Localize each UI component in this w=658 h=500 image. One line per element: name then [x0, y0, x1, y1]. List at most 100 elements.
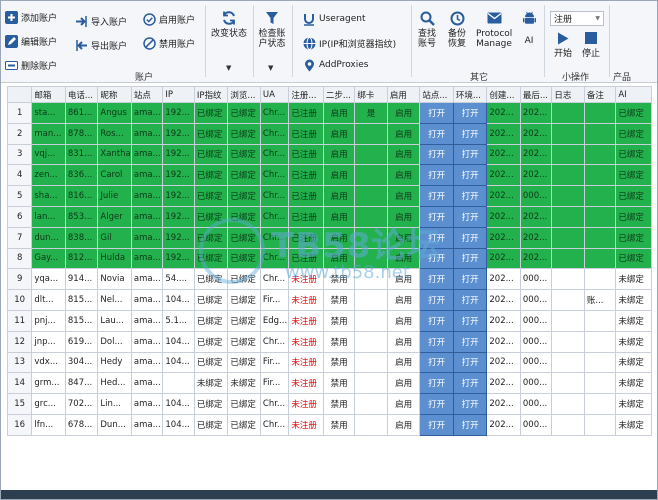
table-cell[interactable]: 已绑定 [227, 351, 261, 374]
table-cell[interactable]: Chr... [259, 268, 290, 291]
table-cell[interactable]: ama... [130, 351, 164, 374]
column-header[interactable]: 备注 [583, 86, 617, 103]
table-cell[interactable]: 启用 [386, 164, 421, 187]
table-cell[interactable] [583, 102, 617, 124]
table-cell[interactable]: 304... [64, 351, 99, 374]
column-header[interactable]: 最后... [519, 86, 553, 103]
column-header[interactable]: 创建... [486, 86, 521, 103]
table-cell[interactable]: Chr... [259, 122, 290, 145]
table-cell[interactable]: 已绑定 [193, 351, 229, 374]
table-cell[interactable]: ama... [130, 268, 164, 291]
table-cell[interactable]: 192... [162, 226, 195, 249]
table-cell[interactable] [354, 330, 388, 353]
table-cell[interactable]: vqj... [31, 143, 66, 166]
table-cell[interactable]: Dun... [97, 413, 132, 436]
table-cell[interactable]: 启用 [386, 372, 421, 395]
table-cell[interactable] [354, 413, 388, 436]
table-cell[interactable]: Lin... [97, 393, 132, 415]
table-cell[interactable]: 202... [486, 247, 521, 270]
table-cell[interactable]: 000... [519, 289, 553, 311]
table-cell[interactable]: zen... [31, 164, 66, 187]
row-number[interactable]: 4 [6, 164, 33, 187]
table-row[interactable]: 15 grc... 702... Lin... ama... 104... 已绑定 已绑定 Ch… [6, 393, 652, 415]
table-cell[interactable]: 启用 [386, 268, 421, 291]
table-cell[interactable]: 5.1... [162, 309, 195, 332]
corner-cell[interactable] [6, 86, 33, 103]
table-cell[interactable]: ama... [130, 309, 164, 332]
table-cell[interactable] [551, 164, 585, 187]
open-site-button[interactable]: 打开 [419, 164, 454, 187]
table-cell[interactable]: 未绑定 [615, 413, 652, 436]
useragent-button[interactable]: Useragent [302, 12, 366, 26]
ip-fingerprint-button[interactable]: IP(IP和浏览器指纹) [302, 36, 396, 50]
table-cell[interactable]: 已绑定 [227, 309, 261, 332]
table-cell[interactable]: 104... [162, 330, 195, 353]
table-cell[interactable] [354, 205, 388, 228]
column-header[interactable]: 电话... [64, 86, 99, 103]
table-cell[interactable]: 202... [486, 413, 521, 436]
table-cell[interactable]: 202... [486, 143, 521, 166]
add-account-button[interactable]: 添加账户 [4, 10, 57, 24]
table-cell[interactable]: 838... [64, 226, 99, 249]
column-header[interactable]: 二步... [322, 86, 356, 103]
table-cell[interactable]: 已绑定 [193, 143, 229, 166]
table-cell[interactable]: Hedy [97, 351, 132, 374]
table-cell[interactable] [583, 185, 617, 207]
open-environment-button[interactable]: 打开 [452, 268, 488, 291]
table-cell[interactable]: 202... [486, 309, 521, 332]
row-number[interactable]: 8 [6, 247, 33, 270]
table-cell[interactable]: vdx... [31, 351, 66, 374]
table-cell[interactable]: Chr... [259, 226, 290, 249]
row-number[interactable]: 5 [6, 185, 33, 207]
open-environment-button[interactable]: 打开 [452, 330, 488, 353]
open-site-button[interactable]: 打开 [419, 247, 454, 270]
table-cell[interactable]: 202... [519, 226, 553, 249]
table-cell[interactable]: 已绑定 [615, 247, 652, 270]
open-environment-button[interactable]: 打开 [452, 143, 488, 166]
table-cell[interactable]: 启用 [386, 122, 421, 145]
table-cell[interactable]: man... [31, 122, 66, 145]
table-cell[interactable]: 000... [519, 309, 553, 332]
table-cell[interactable] [354, 268, 388, 291]
table-cell[interactable] [551, 205, 585, 228]
open-environment-button[interactable]: 打开 [452, 185, 488, 207]
edit-account-button[interactable]: 编辑账户 [4, 34, 57, 48]
table-cell[interactable]: Nel... [97, 289, 132, 311]
table-cell[interactable]: 已绑定 [193, 247, 229, 270]
table-cell[interactable]: dlt... [31, 289, 66, 311]
export-account-button[interactable]: 导出账户 [74, 38, 127, 52]
table-cell[interactable]: Angus [97, 102, 132, 124]
table-cell[interactable]: ama... [130, 185, 164, 207]
table-cell[interactable]: lan... [31, 205, 66, 228]
table-cell[interactable]: 未注册 [288, 372, 324, 395]
table-cell[interactable]: 202... [519, 205, 553, 228]
table-row[interactable]: 12 jnp... 619... Dol... ama... 104... 已绑定 已绑定 Ch… [6, 330, 652, 353]
table-cell[interactable]: 已绑定 [193, 289, 229, 311]
table-cell[interactable]: 未绑定 [615, 268, 652, 291]
table-cell[interactable]: 已绑定 [227, 164, 261, 187]
row-number[interactable]: 1 [6, 102, 33, 124]
table-cell[interactable]: 启用 [386, 393, 421, 415]
open-site-button[interactable]: 打开 [419, 102, 454, 124]
table-cell[interactable]: Alger [97, 205, 132, 228]
find-account-button[interactable]: 查找账号 [414, 9, 440, 49]
table-cell[interactable]: 000... [519, 372, 553, 395]
table-cell[interactable] [354, 226, 388, 249]
table-cell[interactable]: Lau... [97, 309, 132, 332]
table-cell[interactable]: lfn... [31, 413, 66, 436]
table-cell[interactable]: 878... [64, 122, 99, 145]
table-cell[interactable] [583, 226, 617, 249]
chevron-down-icon[interactable]: ▼ [268, 64, 273, 72]
table-cell[interactable] [551, 309, 585, 332]
table-cell[interactable]: 678... [64, 413, 99, 436]
table-cell[interactable]: 192... [162, 122, 195, 145]
table-row[interactable]: 9 yqa... 914... Novia ama... 54.... 已绑定 已绑定 Chr.… [6, 268, 652, 291]
table-cell[interactable]: ama... [130, 330, 164, 353]
column-header[interactable]: 绑卡 [354, 86, 388, 103]
table-cell[interactable] [551, 226, 585, 249]
table-cell[interactable]: Chr... [259, 247, 290, 270]
open-site-button[interactable]: 打开 [419, 372, 454, 395]
chevron-down-icon[interactable]: ▼ [226, 64, 231, 72]
row-number[interactable]: 10 [6, 289, 33, 311]
table-cell[interactable]: 已注册 [288, 122, 324, 145]
